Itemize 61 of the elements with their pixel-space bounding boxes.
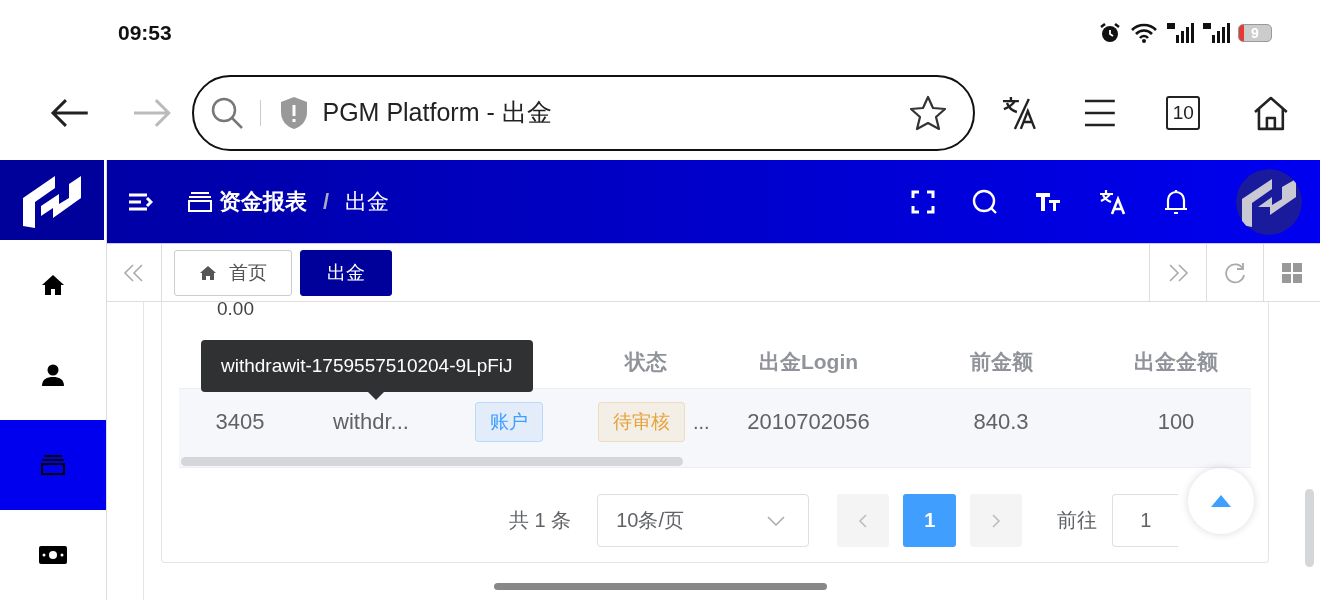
- shield-icon: [278, 95, 309, 130]
- status-tag: 待审核: [598, 402, 685, 442]
- page-tab[interactable]: 首页: [174, 249, 292, 296]
- total-count: 共 1 条: [509, 508, 572, 533]
- status-time: 09:53: [118, 20, 172, 45]
- user-icon: [41, 363, 65, 388]
- home-icon: [41, 274, 65, 297]
- column-header: 状态: [625, 349, 667, 375]
- bell-icon[interactable]: [1163, 188, 1189, 215]
- grid-icon: [1281, 261, 1303, 284]
- double-left-chevron-icon: [123, 262, 145, 283]
- horizontal-scrollbar[interactable]: [181, 457, 683, 466]
- chevron-down-icon: [766, 514, 787, 527]
- chevron-right-icon: [991, 512, 1002, 529]
- search-icon: [209, 95, 244, 130]
- column-header: 出金Login: [758, 349, 859, 375]
- tooltip-text: withdrawit-1759557510204-9LpFiJ: [221, 355, 513, 377]
- breadcrumb-separator: /: [323, 188, 330, 215]
- table-cell: 2010702056: [747, 409, 870, 435]
- page-size-select[interactable]: 10条/页: [597, 494, 810, 547]
- alarm-icon: [1098, 20, 1122, 45]
- avatar[interactable]: [1236, 168, 1302, 235]
- table-cell: withdr...: [333, 409, 409, 435]
- wifi-icon: [1130, 21, 1158, 44]
- vertical-scrollbar[interactable]: [1305, 489, 1314, 567]
- search-icon[interactable]: [972, 188, 998, 215]
- breadcrumb-item[interactable]: 资金报表: [219, 186, 307, 217]
- column-header: 前金额: [969, 349, 1033, 375]
- cards-icon: [40, 454, 66, 477]
- double-right-chevron-icon: [1167, 262, 1189, 283]
- back-icon[interactable]: [50, 96, 90, 129]
- collapse-menu-icon[interactable]: [127, 191, 153, 212]
- signal-icon: [1166, 20, 1194, 45]
- menu-icon[interactable]: [1082, 97, 1117, 128]
- refresh-icon: [1223, 260, 1247, 285]
- table-cell: 840.3: [973, 409, 1029, 435]
- triangle-up-icon: [1210, 494, 1232, 508]
- translate-icon[interactable]: [1098, 188, 1126, 215]
- font-size-icon[interactable]: [1035, 190, 1061, 213]
- table-row[interactable]: 3405 withdr... 账户 待审核 ... 2010702056 840.3 100: [179, 389, 1251, 455]
- goto-label: 前往: [1057, 508, 1098, 533]
- home-icon: [199, 264, 217, 281]
- cards-icon: [187, 190, 213, 213]
- signal-icon: [1202, 20, 1230, 45]
- back-to-top-button[interactable]: [1188, 468, 1254, 534]
- chevron-left-icon: [858, 512, 869, 529]
- column-header: 出金金额: [1134, 349, 1218, 375]
- home-icon[interactable]: [1252, 94, 1290, 131]
- banknote-icon: [39, 546, 67, 565]
- page-tab[interactable]: 出金: [300, 249, 392, 296]
- star-icon[interactable]: [908, 94, 947, 131]
- table-cell: 3405: [215, 409, 265, 435]
- table-cell: 100: [1157, 409, 1195, 435]
- status-tag: 账户: [474, 402, 543, 442]
- goto-page-field[interactable]: 1: [1112, 494, 1179, 547]
- breadcrumb-item: 出金: [345, 187, 390, 216]
- address-bar[interactable]: PGM Platform - 出金: [191, 74, 975, 151]
- fullscreen-icon[interactable]: [911, 189, 935, 214]
- summary-value: 0.00: [217, 302, 254, 320]
- overflow-ellipsis: ...: [693, 410, 710, 434]
- tab-count-button[interactable]: 10: [1166, 95, 1201, 130]
